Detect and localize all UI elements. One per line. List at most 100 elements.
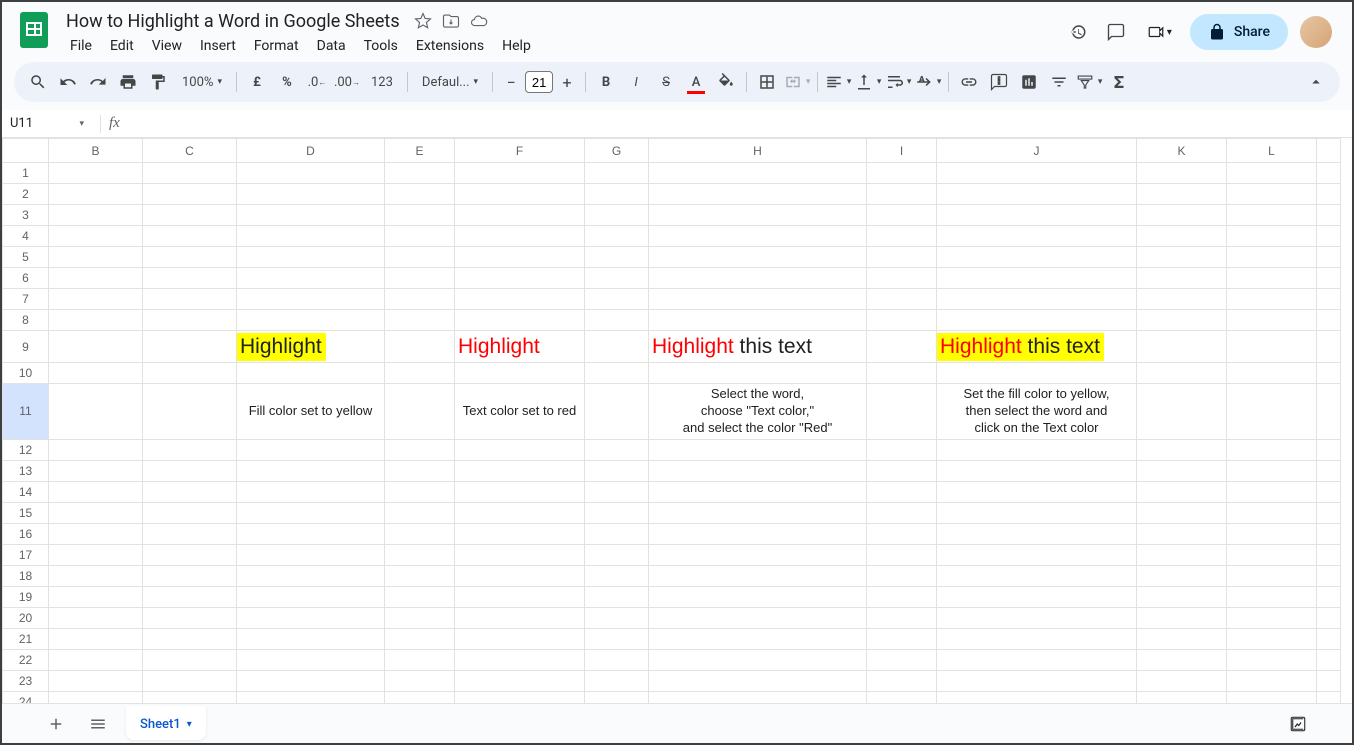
select-all-corner[interactable] xyxy=(3,139,49,163)
cell[interactable] xyxy=(455,502,585,523)
cell[interactable] xyxy=(237,691,385,703)
functions-icon[interactable] xyxy=(1105,68,1133,96)
cell[interactable] xyxy=(455,628,585,649)
percent-icon[interactable]: % xyxy=(273,68,301,96)
cell[interactable] xyxy=(585,607,649,628)
cell[interactable] xyxy=(143,363,237,384)
cell[interactable] xyxy=(455,649,585,670)
move-icon[interactable] xyxy=(442,12,460,30)
cell[interactable] xyxy=(385,481,455,502)
cell[interactable] xyxy=(143,649,237,670)
cell[interactable] xyxy=(867,670,937,691)
cell[interactable] xyxy=(143,184,237,205)
cell[interactable] xyxy=(455,670,585,691)
cell[interactable]: Highlight xyxy=(237,331,385,363)
cell[interactable] xyxy=(455,247,585,268)
fill-color-icon[interactable] xyxy=(712,68,740,96)
cell[interactable] xyxy=(1137,502,1227,523)
cell[interactable] xyxy=(649,523,867,544)
cell[interactable] xyxy=(49,226,143,247)
cell[interactable]: Select the word,choose "Text color,"and … xyxy=(649,384,867,440)
filter-views-icon[interactable] xyxy=(1075,68,1103,96)
zoom-dropdown[interactable]: 100% xyxy=(174,68,230,96)
cell[interactable] xyxy=(1137,163,1227,184)
row-header[interactable]: 7 xyxy=(3,289,49,310)
cell[interactable] xyxy=(1227,331,1317,363)
menu-file[interactable]: File xyxy=(62,34,100,58)
cell[interactable] xyxy=(1317,247,1341,268)
bold-icon[interactable]: B xyxy=(592,68,620,96)
menu-view[interactable]: View xyxy=(144,34,190,58)
cell[interactable] xyxy=(455,363,585,384)
cell[interactable] xyxy=(49,649,143,670)
cell[interactable] xyxy=(385,384,455,440)
number-format-button[interactable]: 123 xyxy=(363,68,401,96)
cell[interactable] xyxy=(1227,670,1317,691)
column-header[interactable]: E xyxy=(385,139,455,163)
cell[interactable] xyxy=(385,439,455,460)
cell[interactable] xyxy=(867,628,937,649)
font-size-input[interactable] xyxy=(525,71,553,93)
cell[interactable] xyxy=(649,363,867,384)
cell[interactable] xyxy=(867,226,937,247)
cell[interactable] xyxy=(237,628,385,649)
cell[interactable] xyxy=(937,544,1137,565)
row-header[interactable]: 18 xyxy=(3,565,49,586)
cell[interactable] xyxy=(237,649,385,670)
cell[interactable] xyxy=(1227,310,1317,331)
currency-icon[interactable]: £ xyxy=(243,68,271,96)
cell[interactable] xyxy=(1227,481,1317,502)
cell[interactable] xyxy=(649,439,867,460)
row-header[interactable]: 23 xyxy=(3,670,49,691)
cell[interactable] xyxy=(49,247,143,268)
cell[interactable] xyxy=(237,565,385,586)
cell[interactable] xyxy=(867,691,937,703)
cell[interactable] xyxy=(237,163,385,184)
cell[interactable] xyxy=(237,268,385,289)
cell[interactable] xyxy=(1137,523,1227,544)
cell[interactable] xyxy=(937,565,1137,586)
insert-link-icon[interactable] xyxy=(955,68,983,96)
cell[interactable] xyxy=(1227,363,1317,384)
cell[interactable] xyxy=(585,481,649,502)
cell[interactable] xyxy=(649,607,867,628)
cell[interactable] xyxy=(1317,544,1341,565)
cell[interactable] xyxy=(237,523,385,544)
cell[interactable] xyxy=(867,384,937,440)
cell[interactable] xyxy=(1137,565,1227,586)
cell[interactable] xyxy=(49,331,143,363)
column-header[interactable]: I xyxy=(867,139,937,163)
print-icon[interactable] xyxy=(114,68,142,96)
cell[interactable] xyxy=(1227,649,1317,670)
cell[interactable] xyxy=(867,460,937,481)
cell[interactable] xyxy=(585,310,649,331)
cell[interactable] xyxy=(867,586,937,607)
cell[interactable] xyxy=(49,628,143,649)
column-header[interactable]: G xyxy=(585,139,649,163)
row-header[interactable]: 14 xyxy=(3,481,49,502)
cell[interactable] xyxy=(1317,670,1341,691)
cell[interactable] xyxy=(385,310,455,331)
cell[interactable] xyxy=(1227,205,1317,226)
cell[interactable] xyxy=(237,481,385,502)
cell[interactable] xyxy=(867,289,937,310)
cell[interactable] xyxy=(143,607,237,628)
cell[interactable] xyxy=(49,384,143,440)
row-header[interactable]: 8 xyxy=(3,310,49,331)
cell[interactable]: Text color set to red xyxy=(455,384,585,440)
cell[interactable] xyxy=(937,502,1137,523)
cell[interactable] xyxy=(237,460,385,481)
cell[interactable] xyxy=(1137,691,1227,703)
cell[interactable] xyxy=(867,649,937,670)
comments-icon[interactable] xyxy=(1103,19,1129,45)
increase-font-size-button[interactable]: + xyxy=(555,70,579,94)
cell[interactable] xyxy=(385,691,455,703)
cell[interactable] xyxy=(49,310,143,331)
menu-help[interactable]: Help xyxy=(494,34,539,58)
cell[interactable] xyxy=(1137,289,1227,310)
row-header[interactable]: 4 xyxy=(3,226,49,247)
cell[interactable] xyxy=(455,607,585,628)
filter-icon[interactable] xyxy=(1045,68,1073,96)
cell[interactable] xyxy=(143,565,237,586)
cell[interactable] xyxy=(385,628,455,649)
